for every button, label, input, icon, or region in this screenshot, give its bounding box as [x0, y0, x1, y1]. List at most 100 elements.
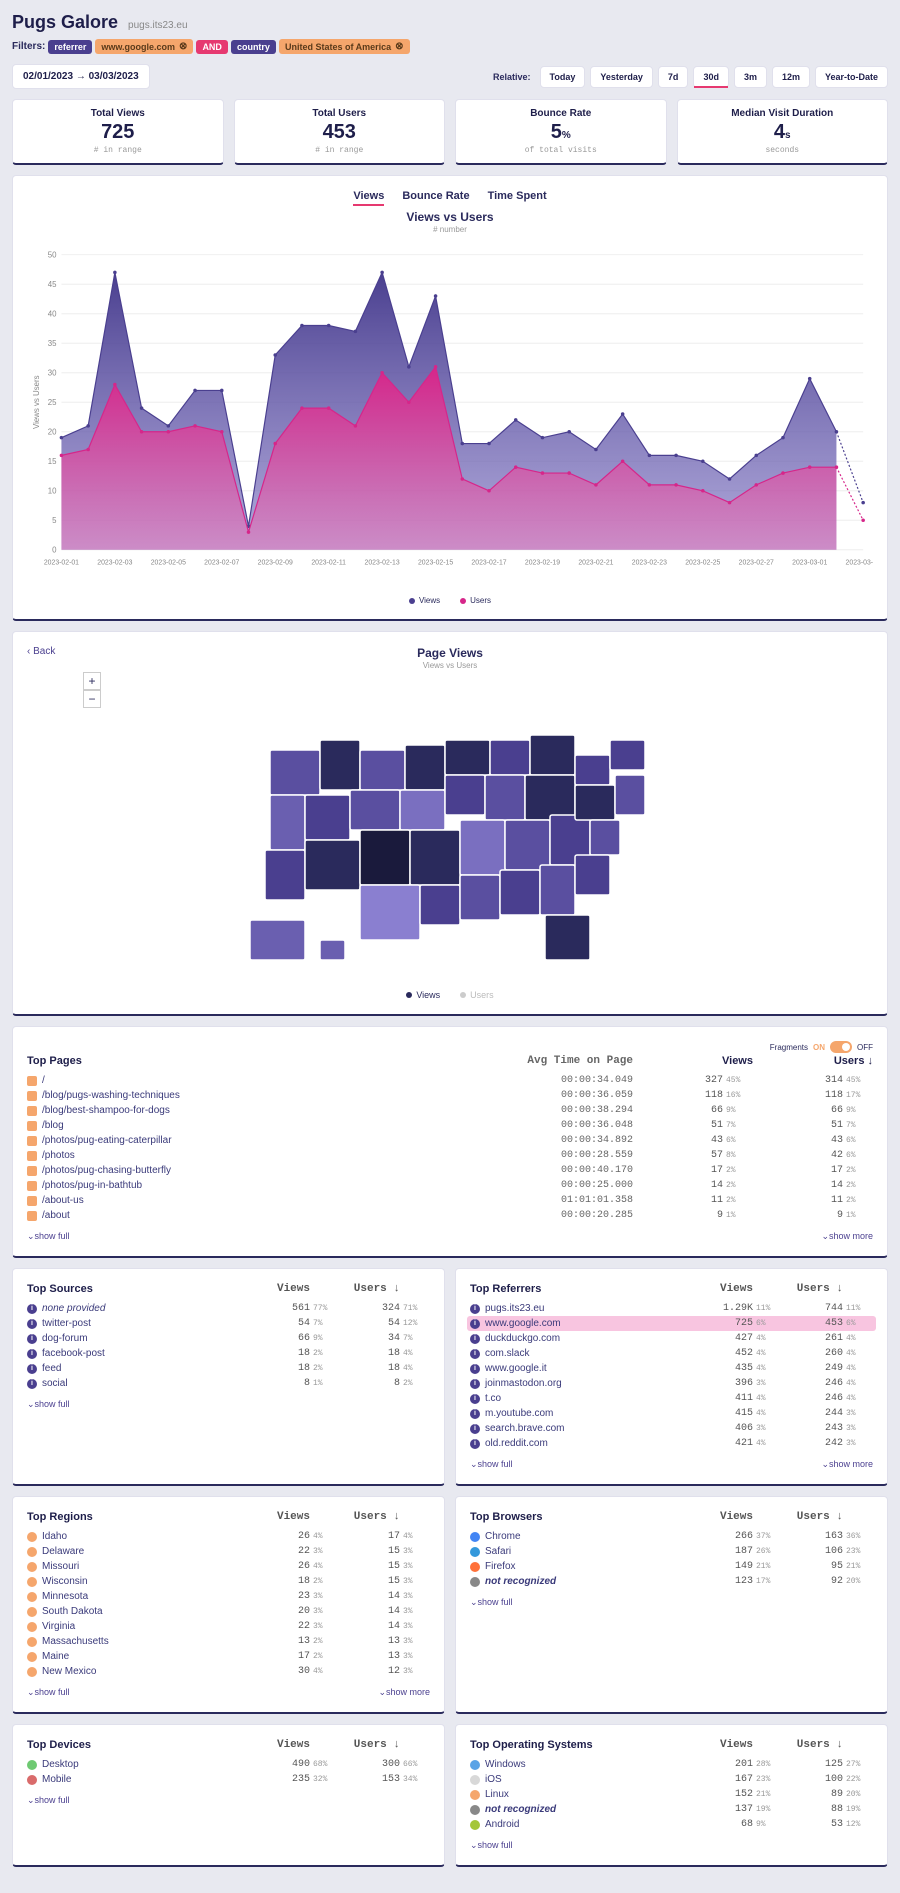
close-icon[interactable]: ⊗	[179, 41, 187, 52]
table-row[interactable]: /about00:00:20.28591%91%	[27, 1208, 873, 1223]
relative-3m[interactable]: 3m	[734, 66, 767, 88]
top-sources-card: Top SourcesViewsUsers ↓ inone provided56…	[12, 1268, 445, 1486]
svg-text:50: 50	[48, 251, 57, 260]
table-row[interactable]: not recognized13719%8819%	[470, 1802, 873, 1817]
table-row[interactable]: Linux15221%8920%	[470, 1787, 873, 1802]
show-more-link[interactable]: ⌄show more	[821, 1459, 873, 1470]
table-row[interactable]: ifacebook-post182%184%	[27, 1346, 430, 1361]
table-row[interactable]: ijoinmastodon.org3963%2464%	[470, 1376, 873, 1391]
table-row[interactable]: Maine172%133%	[27, 1649, 430, 1664]
relative-today[interactable]: Today	[540, 66, 586, 88]
table-row[interactable]: im.youtube.com4154%2443%	[470, 1406, 873, 1421]
table-row[interactable]: idog-forum669%347%	[27, 1331, 430, 1346]
zoom-in-button[interactable]: +	[83, 672, 101, 690]
table-row[interactable]: Windows20128%12527%	[470, 1757, 873, 1772]
relative-30d[interactable]: 30d	[693, 66, 729, 88]
table-row[interactable]: isearch.brave.com4063%2433%	[470, 1421, 873, 1436]
table-row[interactable]: /about-us01:01:01.358112%112%	[27, 1193, 873, 1208]
table-row[interactable]: /blog00:00:36.048517%517%	[27, 1118, 873, 1133]
table-row[interactable]: itwitter-post547%5412%	[27, 1316, 430, 1331]
table-row[interactable]: /photos/pug-in-bathtub00:00:25.000142%14…	[27, 1178, 873, 1193]
table-row[interactable]: /blog/best-shampoo-for-dogs00:00:38.2946…	[27, 1103, 873, 1118]
show-full-link[interactable]: ⌄show full	[470, 1840, 873, 1851]
globe-icon	[27, 1622, 37, 1632]
info-icon: i	[470, 1304, 480, 1314]
table-row[interactable]: /photos/pug-chasing-butterfly00:00:40.17…	[27, 1163, 873, 1178]
table-row[interactable]: iold.reddit.com4214%2423%	[470, 1436, 873, 1451]
table-row[interactable]: Firefox14921%9521%	[470, 1559, 873, 1574]
stat-card: Median Visit Duration4sseconds	[677, 99, 889, 165]
table-row[interactable]: Desktop49068%30066%	[27, 1757, 430, 1772]
table-row[interactable]: South Dakota203%143%	[27, 1604, 430, 1619]
relative-7d[interactable]: 7d	[658, 66, 689, 88]
table-row[interactable]: ipugs.its23.eu1.29K11%74411%	[470, 1301, 873, 1316]
table-row[interactable]: Chrome26637%16336%	[470, 1529, 873, 1544]
back-link[interactable]: ‹ Back	[27, 646, 55, 657]
table-row[interactable]: New Mexico304%123%	[27, 1664, 430, 1679]
filter-country-key: country	[231, 40, 276, 54]
info-icon: i	[27, 1319, 37, 1329]
table-row[interactable]: iwww.google.com7256%4536%	[467, 1316, 876, 1331]
browser-icon	[470, 1820, 480, 1830]
relative-year-to-date[interactable]: Year-to-Date	[815, 66, 888, 88]
relative-12m[interactable]: 12m	[772, 66, 810, 88]
relative-yesterday[interactable]: Yesterday	[590, 66, 653, 88]
show-full-link[interactable]: ⌄show full	[470, 1459, 513, 1470]
table-row[interactable]: Missouri264%153%	[27, 1559, 430, 1574]
show-full-link[interactable]: ⌄show full	[27, 1795, 430, 1806]
globe-icon	[27, 1637, 37, 1647]
date-range-picker[interactable]: 02/01/2023 → 03/03/2023	[12, 64, 150, 89]
show-full-link[interactable]: ⌄show full	[470, 1597, 873, 1608]
table-row[interactable]: iOS16723%10022%	[470, 1772, 873, 1787]
top-referrers-card: Top ReferrersViewsUsers ↓ ipugs.its23.eu…	[455, 1268, 888, 1486]
chart-tab-time-spent[interactable]: Time Spent	[488, 190, 547, 206]
table-row[interactable]: Mobile23532%15334%	[27, 1772, 430, 1787]
show-more-link[interactable]: ⌄show more	[821, 1231, 873, 1242]
table-row[interactable]: Safari18726%10623%	[470, 1544, 873, 1559]
table-row[interactable]: Minnesota233%143%	[27, 1589, 430, 1604]
table-row[interactable]: Massachusetts132%133%	[27, 1634, 430, 1649]
svg-text:0: 0	[52, 546, 57, 555]
fragments-toggle[interactable]	[830, 1041, 852, 1053]
table-row[interactable]: icom.slack4524%2604%	[470, 1346, 873, 1361]
table-row[interactable]: not recognized12317%9220%	[470, 1574, 873, 1589]
table-row[interactable]: iduckduckgo.com4274%2614%	[470, 1331, 873, 1346]
folder-icon	[27, 1211, 37, 1221]
us-map[interactable]	[220, 680, 680, 980]
table-row[interactable]: it.co4114%2464%	[470, 1391, 873, 1406]
table-row[interactable]: /photos00:00:28.559578%426%	[27, 1148, 873, 1163]
filter-referrer-value[interactable]: www.google.com⊗	[95, 39, 193, 54]
info-icon: i	[470, 1394, 480, 1404]
globe-icon	[27, 1607, 37, 1617]
filter-country-value[interactable]: United States of America⊗	[279, 39, 410, 54]
browser-icon	[27, 1760, 37, 1770]
close-icon[interactable]: ⊗	[395, 41, 403, 52]
table-row[interactable]: ifeed182%184%	[27, 1361, 430, 1376]
folder-icon	[27, 1136, 37, 1146]
table-row[interactable]: Delaware223%153%	[27, 1544, 430, 1559]
svg-text:10: 10	[48, 487, 57, 496]
zoom-out-button[interactable]: −	[83, 690, 101, 708]
table-row[interactable]: Virginia223%143%	[27, 1619, 430, 1634]
show-full-link[interactable]: ⌄show full	[27, 1231, 70, 1242]
svg-text:2023-02-09: 2023-02-09	[258, 560, 293, 567]
chart-tab-views[interactable]: Views	[353, 190, 384, 206]
table-row[interactable]: Android689%5312%	[470, 1817, 873, 1832]
table-row[interactable]: Idaho264%174%	[27, 1529, 430, 1544]
filters-label: Filters:	[12, 41, 45, 52]
show-more-link[interactable]: ⌄show more	[378, 1687, 430, 1698]
table-row[interactable]: isocial81%82%	[27, 1376, 430, 1391]
table-row[interactable]: inone provided56177%32471%	[27, 1301, 430, 1316]
table-row[interactable]: /photos/pug-eating-caterpillar00:00:34.8…	[27, 1133, 873, 1148]
svg-text:2023-02-05: 2023-02-05	[151, 560, 186, 567]
show-full-link[interactable]: ⌄show full	[27, 1399, 430, 1410]
table-row[interactable]: Wisconsin182%153%	[27, 1574, 430, 1589]
info-icon: i	[470, 1349, 480, 1359]
table-row[interactable]: iwww.google.it4354%2494%	[470, 1361, 873, 1376]
relative-label: Relative:	[493, 72, 531, 82]
table-row[interactable]: /00:00:34.04932745%31445%	[27, 1073, 873, 1088]
chart-tab-bounce-rate[interactable]: Bounce Rate	[402, 190, 469, 206]
show-full-link[interactable]: ⌄show full	[27, 1687, 70, 1698]
table-row[interactable]: /blog/pugs-washing-techniques00:00:36.05…	[27, 1088, 873, 1103]
top-devices-card: Top DevicesViewsUsers ↓ Desktop49068%300…	[12, 1724, 445, 1867]
